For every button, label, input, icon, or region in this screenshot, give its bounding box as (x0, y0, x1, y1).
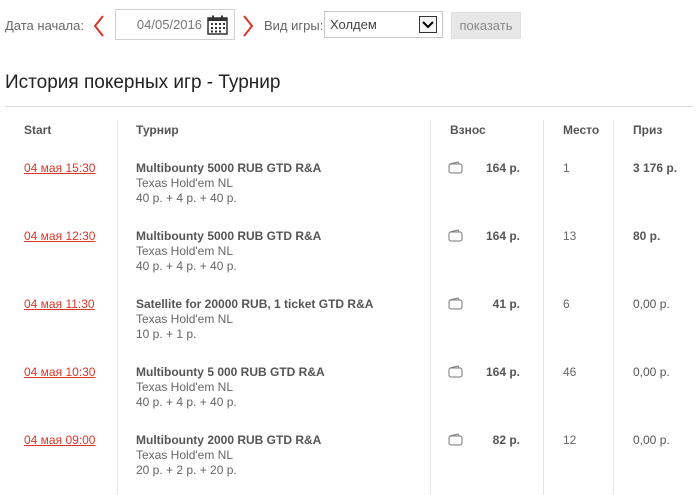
game-type-label: Вид игры: (264, 18, 324, 33)
next-date-button[interactable] (239, 13, 257, 39)
header-prize[interactable]: Приз (633, 123, 662, 137)
buyin-amount: 164 р. (485, 365, 520, 379)
filter-bar: Дата начала: Вид игры: (0, 0, 700, 50)
chevron-down-icon[interactable] (419, 16, 437, 33)
prize-value: 0,00 р. (633, 433, 670, 447)
start-time-link[interactable]: 04 мая 10:30 (24, 365, 95, 379)
fee-structure: 40 р. + 4 р. + 40 р. (136, 395, 237, 409)
start-time-link[interactable]: 04 мая 12:30 (24, 229, 95, 243)
place-value: 6 (563, 297, 570, 311)
prize-value: 0,00 р. (633, 297, 670, 311)
place-value: 13 (563, 229, 577, 243)
game-type: Texas Hold'em NL (136, 312, 233, 326)
prize-value: 3 176 р. (633, 161, 678, 175)
table-row: 04 мая 15:30 Multibounty 5000 RUB GTD R&… (0, 161, 700, 229)
header-tournament[interactable]: Турнир (136, 123, 179, 137)
wallet-icon (448, 297, 463, 310)
header-buyin[interactable]: Взнос (450, 123, 486, 137)
game-type: Texas Hold'em NL (136, 244, 233, 258)
tournament-name: Multibounty 5000 RUB GTD R&A (136, 161, 322, 175)
game-type-value: Холдем (330, 17, 377, 32)
buyin-amount: 164 р. (485, 161, 520, 175)
fee-structure: 10 р. + 1 р. (136, 327, 197, 341)
page-title: История покерных игр - Турнир (5, 72, 281, 93)
tournament-name: Multibounty 2000 RUB GTD R&A (136, 433, 322, 447)
prize-value: 80 р. (633, 229, 661, 243)
table-row: 04 мая 10:30 Multibounty 5 000 RUB GTD R… (0, 365, 700, 433)
wallet-icon (448, 161, 463, 174)
buyin-amount: 82 р. (492, 433, 520, 447)
show-button[interactable]: показать (451, 12, 521, 39)
wallet-icon (448, 365, 463, 378)
start-time-link[interactable]: 04 мая 09:00 (24, 433, 95, 447)
tournament-name: Multibounty 5000 RUB GTD R&A (136, 229, 322, 243)
game-type: Texas Hold'em NL (136, 380, 233, 394)
wallet-icon (448, 229, 463, 242)
title-divider (5, 106, 693, 107)
start-time-link[interactable]: 04 мая 11:30 (24, 297, 95, 311)
header-place[interactable]: Место (563, 123, 599, 137)
table-row: 04 мая 11:30 Satellite for 20000 RUB, 1 … (0, 297, 700, 365)
start-date-field[interactable] (115, 9, 235, 40)
fee-structure: 40 р. + 4 р. + 40 р. (136, 259, 237, 273)
start-time-link[interactable]: 04 мая 15:30 (24, 161, 95, 175)
buyin-amount: 41 р. (492, 297, 520, 311)
fee-structure: 40 р. + 4 р. + 40 р. (136, 191, 237, 205)
place-value: 46 (563, 365, 577, 379)
table-row: 04 мая 12:30 Multibounty 5000 RUB GTD R&… (0, 229, 700, 297)
start-date-label: Дата начала: (5, 18, 84, 33)
header-start[interactable]: Start (24, 123, 51, 137)
game-type-select[interactable]: Холдем (324, 11, 443, 38)
prize-value: 0,00 р. (633, 365, 670, 379)
game-type: Texas Hold'em NL (136, 176, 233, 190)
wallet-icon (448, 433, 463, 446)
place-value: 1 (563, 161, 570, 175)
table-row: 04 мая 09:00 Multibounty 2000 RUB GTD R&… (0, 433, 700, 495)
game-type: Texas Hold'em NL (136, 448, 233, 462)
start-date-input[interactable] (116, 10, 204, 39)
fee-structure: 20 р. + 2 р. + 20 р. (136, 463, 237, 477)
chevron-left-icon (93, 15, 104, 37)
place-value: 12 (563, 433, 577, 447)
prev-date-button[interactable] (90, 13, 108, 39)
tournament-name: Satellite for 20000 RUB, 1 ticket GTD R&… (136, 297, 374, 311)
buyin-amount: 164 р. (485, 229, 520, 243)
tournament-name: Multibounty 5 000 RUB GTD R&A (136, 365, 325, 379)
calendar-icon[interactable] (207, 15, 228, 35)
chevron-right-icon (243, 15, 254, 37)
